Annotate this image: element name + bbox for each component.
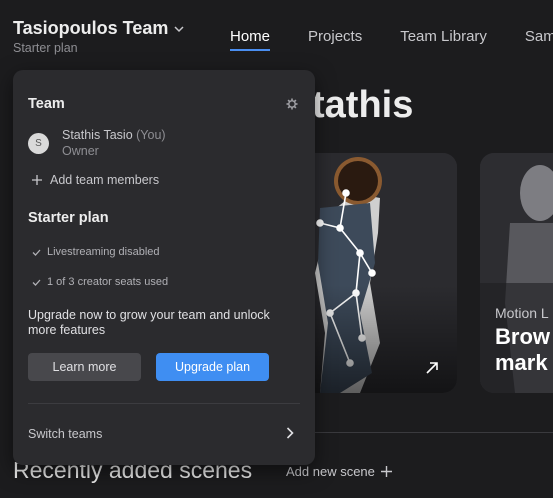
member-name: Stathis Tasio bbox=[62, 128, 133, 142]
switch-teams-button[interactable]: Switch teams bbox=[28, 427, 102, 441]
gear-icon[interactable] bbox=[286, 98, 298, 110]
learn-more-button[interactable]: Learn more bbox=[28, 353, 141, 381]
chevron-down-icon bbox=[174, 26, 184, 33]
check-icon bbox=[32, 249, 41, 256]
card-title-line2: mark bbox=[495, 350, 548, 375]
plus-icon bbox=[32, 175, 42, 185]
card-caption: Motion L bbox=[495, 305, 549, 321]
team-switcher[interactable]: Tasiopoulos Team bbox=[13, 18, 184, 39]
team-member-row: S Stathis Tasio (You) Owner bbox=[28, 128, 166, 158]
add-new-scene-button[interactable]: Add new scene bbox=[286, 464, 392, 479]
team-name: Tasiopoulos Team bbox=[13, 18, 169, 38]
member-role: Owner bbox=[62, 144, 99, 158]
plan-heading: Starter plan bbox=[28, 210, 109, 226]
tab-team-library[interactable]: Team Library bbox=[400, 28, 487, 51]
team-dropdown-panel: Team S Stathis Tasio (You) Owner Add tea… bbox=[13, 70, 315, 465]
plan-feature-label: Livestreaming disabled bbox=[47, 246, 160, 258]
team-heading: Team bbox=[28, 96, 65, 112]
dancer-image bbox=[300, 153, 457, 393]
member-name-line: Stathis Tasio (You) bbox=[62, 128, 166, 142]
tab-home[interactable]: Home bbox=[230, 28, 271, 51]
plan-feature-label: 1 of 3 creator seats used bbox=[47, 276, 169, 288]
upgrade-plan-button[interactable]: Upgrade plan bbox=[156, 353, 269, 381]
feature-card-marketplace[interactable]: Motion L Brow mark bbox=[480, 153, 553, 393]
plus-icon bbox=[380, 466, 392, 477]
arrow-up-right-icon bbox=[426, 362, 438, 374]
tab-projects[interactable]: Projects bbox=[308, 28, 362, 51]
section-divider bbox=[300, 432, 553, 433]
tab-samples[interactable]: Sam bbox=[525, 28, 553, 51]
add-team-members-button[interactable]: Add team members bbox=[32, 173, 159, 187]
plan-feature-item: Livestreaming disabled bbox=[32, 246, 160, 258]
greeting-heading: tathis bbox=[312, 84, 414, 126]
panel-divider bbox=[28, 403, 300, 404]
chevron-right-icon[interactable] bbox=[286, 427, 294, 439]
plan-feature-item: 1 of 3 creator seats used bbox=[32, 276, 168, 288]
add-scene-label: Add new scene bbox=[286, 464, 375, 479]
feature-card-motion-capture[interactable] bbox=[300, 153, 457, 393]
card-title-line1: Brow bbox=[495, 324, 550, 349]
upgrade-message: Upgrade now to grow your team and unlock… bbox=[28, 308, 270, 337]
plan-subtitle: Starter plan bbox=[13, 41, 78, 55]
main-nav: Home Projects Team Library Sam bbox=[230, 28, 553, 51]
add-team-members-label: Add team members bbox=[50, 173, 160, 187]
check-icon bbox=[32, 279, 41, 286]
avatar: S bbox=[28, 133, 49, 154]
member-you-tag: (You) bbox=[136, 128, 166, 142]
